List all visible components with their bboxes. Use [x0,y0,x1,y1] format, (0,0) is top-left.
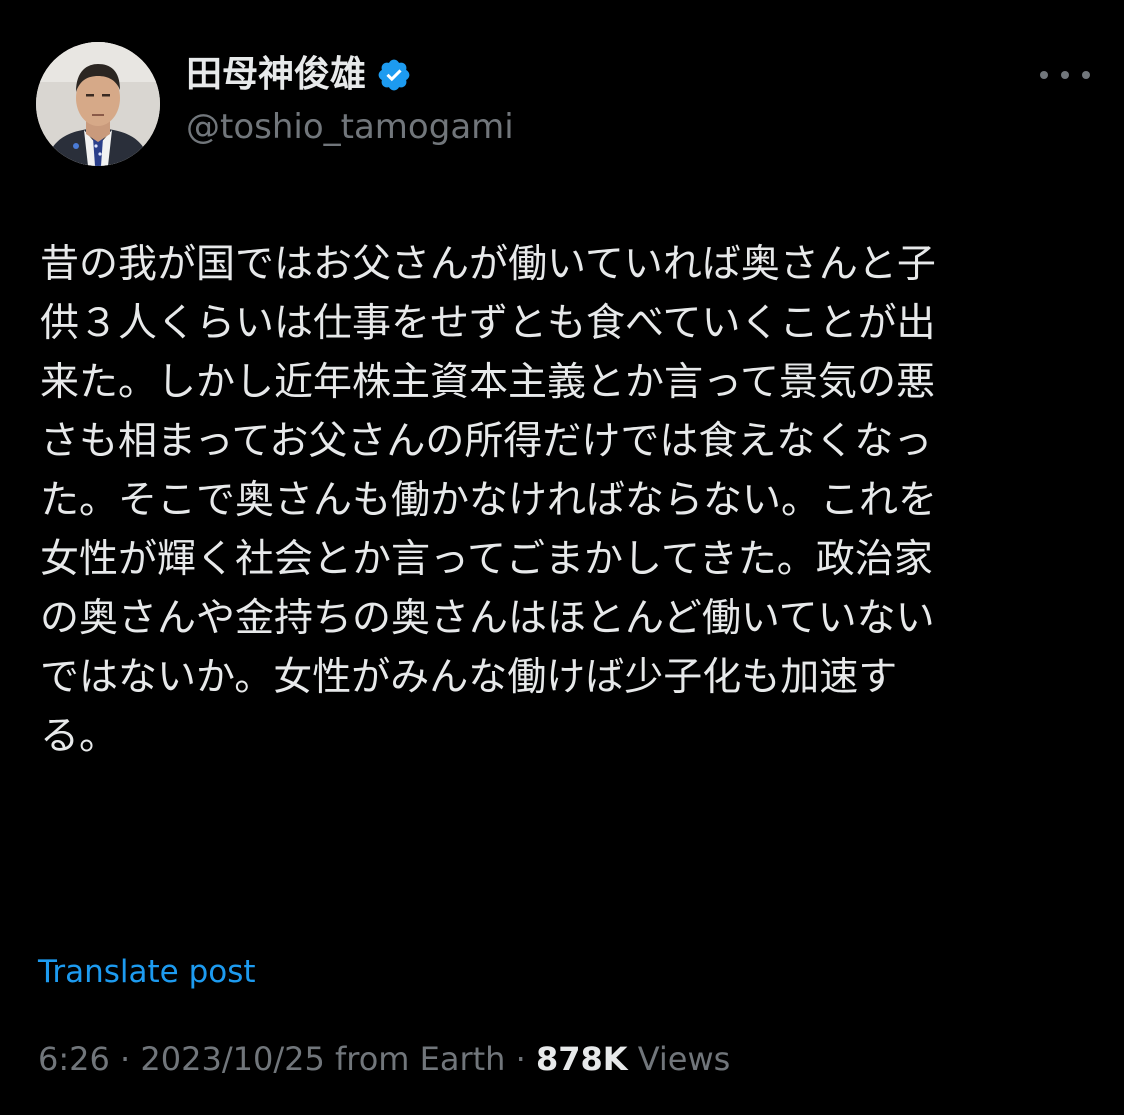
tweet-line: 供３人くらいは仕事をせずとも食べていくことが出 [40,301,936,346]
avatar[interactable] [36,42,160,166]
tweet-line: の奥さんや金持ちの奥さんはほとんど働いていない [40,596,935,641]
meta-separator: · [505,1040,536,1078]
more-dot [1082,71,1090,79]
views-label[interactable]: Views [628,1040,731,1078]
tweet-date[interactable]: 2023/10/25 [140,1040,324,1078]
verified-badge-icon[interactable] [376,57,412,93]
tweet-text: 昔の我が国ではお父さんが働いていれば奥さんと子 供３人くらいは仕事をせずとも食べ… [40,235,1090,766]
tweet-line: た。そこで奥さんも働かなければならない。これを [40,478,938,523]
tweet-time[interactable]: 6:26 [38,1040,110,1078]
user-avatar-icon [36,42,160,166]
tweet-line: ではないか。女性がみんな働けば少子化も加速す [40,655,898,700]
views-count[interactable]: 878K [536,1040,628,1078]
author-display-name[interactable]: 田母神俊雄 [186,50,366,100]
meta-separator: · [109,1040,141,1078]
tweet-line: 女性が輝く社会とか言ってごまかしてきた。政治家 [40,537,933,582]
more-options-icon[interactable] [1040,58,1090,92]
tweet-line: さも相まってお父さんの所得だけでは食えなくなっ [40,419,933,464]
tweet-source: from Earth [324,1040,506,1078]
more-dot [1061,71,1069,79]
translate-post-link[interactable]: Translate post [38,950,256,994]
more-dot [1040,71,1048,79]
author-handle[interactable]: @toshio_tamogami [186,104,514,150]
author-name-row[interactable]: 田母神俊雄 [186,50,412,100]
tweet-line: 来た。しかし近年株主資本主義とか言って景気の悪 [40,360,936,405]
tweet-line: 昔の我が国ではお父さんが働いていれば奥さんと子 [40,242,936,287]
tweet-meta: 6:26 · 2023/10/25 from Earth · 878K View… [38,1036,730,1082]
tweet-line: る。 [40,714,119,759]
